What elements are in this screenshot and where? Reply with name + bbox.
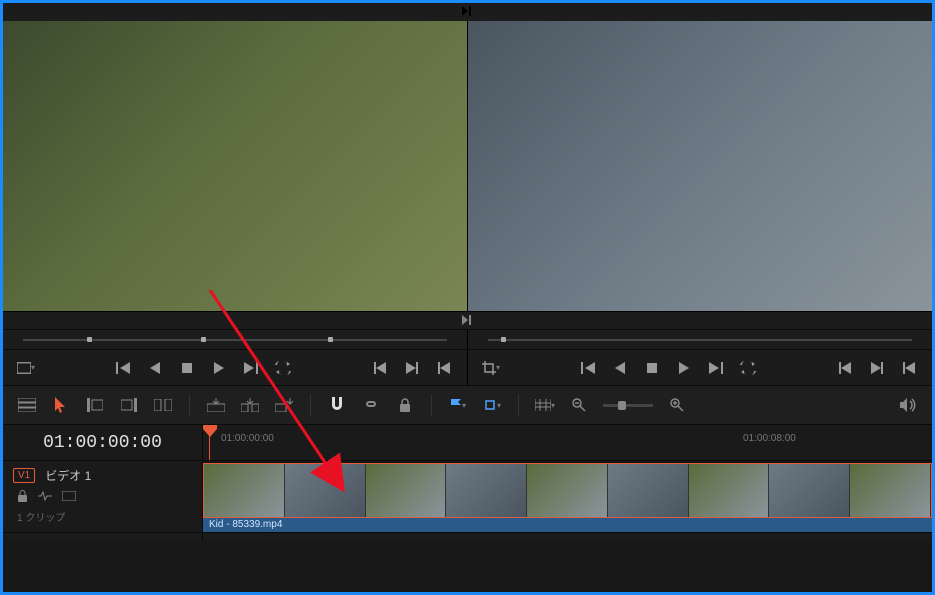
play-button[interactable]	[210, 359, 228, 377]
reverse-play-button[interactable]	[611, 359, 629, 377]
go-end-button[interactable]	[868, 359, 886, 377]
insert-icon[interactable]	[240, 395, 260, 415]
lock-track-icon[interactable]	[17, 490, 28, 505]
trim-start-icon[interactable]	[85, 395, 105, 415]
ruler-ticks	[203, 446, 932, 460]
go-start-button[interactable]	[836, 359, 854, 377]
timeline-ruler[interactable]: 01:00:00:00 01:00:08:00	[203, 425, 932, 460]
timeline-hscroll[interactable]	[203, 533, 932, 541]
track-tag[interactable]: V1	[13, 468, 35, 483]
crop-mode-dropdown[interactable]	[482, 359, 500, 377]
zoom-in-icon[interactable]	[667, 395, 687, 415]
trim-end-icon[interactable]	[119, 395, 139, 415]
timecode-display[interactable]: 01:00:00:00	[43, 433, 162, 453]
lock-icon[interactable]	[395, 395, 415, 415]
track-name-label: ビデオ 1	[45, 467, 91, 484]
go-end-button[interactable]	[403, 359, 421, 377]
loop-button[interactable]	[739, 359, 757, 377]
timeline-options-icon[interactable]	[17, 395, 37, 415]
ruler-label: 01:00:00:00	[221, 433, 274, 444]
source-scrub-bar[interactable]	[3, 330, 467, 349]
zoom-slider[interactable]	[603, 404, 653, 407]
skip-forward-icon[interactable]	[462, 6, 474, 19]
timeline-frame-placeholder	[468, 21, 932, 311]
clip-count-label: 1 クリップ	[17, 509, 192, 524]
next-button[interactable]	[242, 359, 260, 377]
go-start-button[interactable]	[371, 359, 389, 377]
stop-button[interactable]	[178, 359, 196, 377]
source-frame-placeholder	[3, 21, 467, 311]
skip-forward-icon[interactable]	[462, 314, 474, 328]
prev-button[interactable]	[114, 359, 132, 377]
thumbnails-icon[interactable]	[62, 490, 76, 505]
timeline-toolbar	[3, 385, 932, 425]
prev-button[interactable]	[579, 359, 597, 377]
ripple-icon[interactable]	[153, 395, 173, 415]
step-back-button[interactable]	[900, 359, 918, 377]
zoom-out-icon[interactable]	[569, 395, 589, 415]
video-clip[interactable]	[203, 463, 932, 518]
track-header: V1 ビデオ 1 1 クリップ	[3, 461, 203, 532]
playhead-icon[interactable]	[203, 425, 217, 437]
timeline-scrub-bar[interactable]	[467, 330, 932, 349]
overwrite-icon[interactable]	[206, 395, 226, 415]
link-icon[interactable]	[361, 395, 381, 415]
track-body[interactable]: Kid - 85339.mp4	[203, 461, 932, 532]
timeline-viewer[interactable]	[467, 21, 932, 311]
retiming-icon[interactable]	[38, 490, 52, 505]
stop-button[interactable]	[643, 359, 661, 377]
ruler-label: 01:00:08:00	[743, 433, 796, 444]
reverse-play-button[interactable]	[146, 359, 164, 377]
next-button[interactable]	[707, 359, 725, 377]
flag-in-icon[interactable]	[448, 395, 468, 415]
clip-name-label: Kid - 85339.mp4	[203, 518, 932, 532]
display-mode-dropdown[interactable]	[17, 359, 35, 377]
loop-button[interactable]	[274, 359, 292, 377]
append-icon[interactable]	[274, 395, 294, 415]
zoom-presets-icon[interactable]	[535, 395, 555, 415]
magnet-snap-icon[interactable]	[327, 395, 347, 415]
play-button[interactable]	[675, 359, 693, 377]
step-back-button[interactable]	[435, 359, 453, 377]
source-viewer[interactable]	[3, 21, 467, 311]
flag-out-icon[interactable]	[482, 395, 502, 415]
arrow-tool-icon[interactable]	[51, 395, 71, 415]
volume-icon[interactable]	[898, 395, 918, 415]
